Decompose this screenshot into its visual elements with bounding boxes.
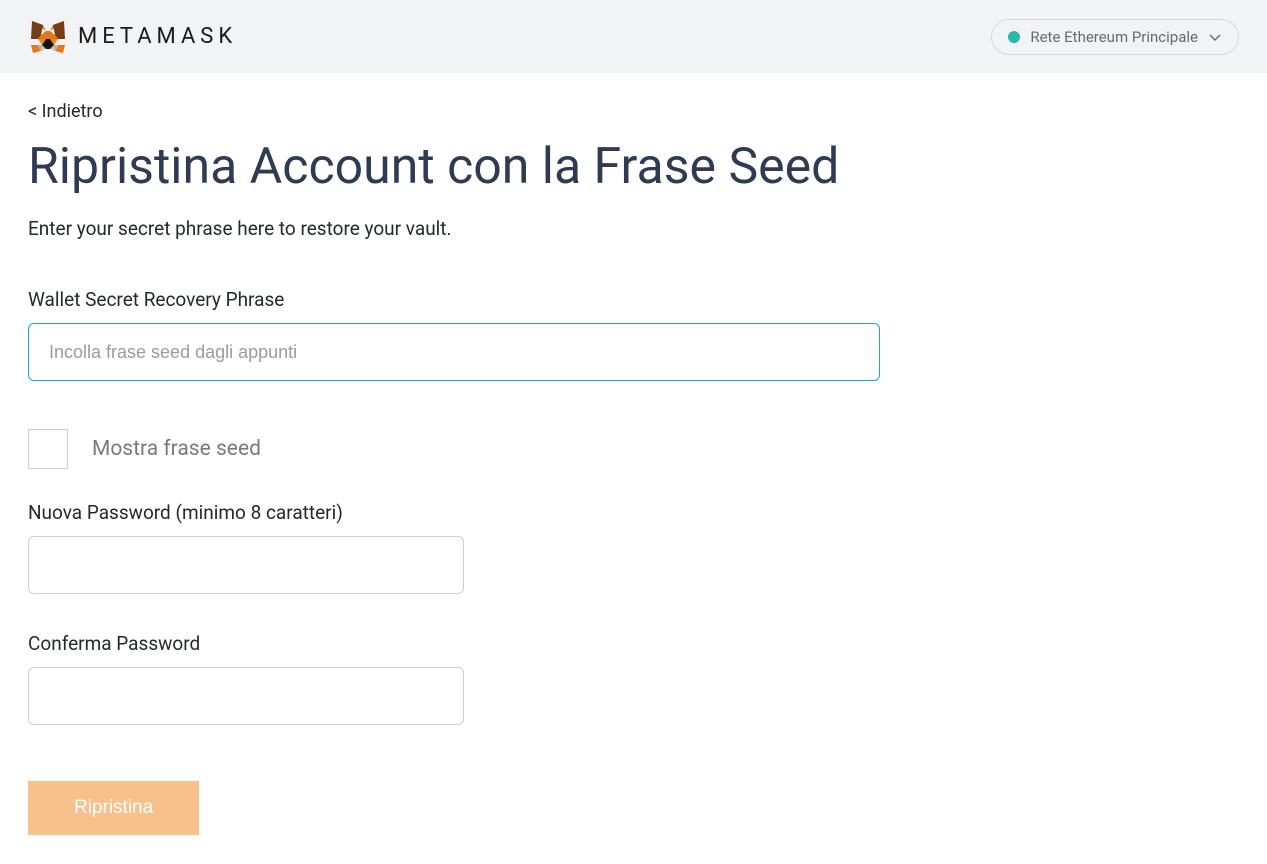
- chevron-down-icon: [1208, 30, 1222, 44]
- brand-name: METAMASK: [78, 24, 237, 49]
- show-seed-label: Mostra frase seed: [92, 437, 261, 461]
- page-subtitle: Enter your secret phrase here to restore…: [28, 217, 1172, 240]
- show-seed-checkbox[interactable]: [28, 429, 68, 469]
- metamask-fox-icon: [28, 17, 68, 57]
- network-name: Rete Ethereum Principale: [1030, 28, 1198, 46]
- restore-button[interactable]: Ripristina: [28, 781, 199, 835]
- confirm-password-label: Conferma Password: [28, 632, 1172, 655]
- logo: METAMASK: [28, 17, 237, 57]
- network-status-dot: [1008, 31, 1020, 43]
- network-selector[interactable]: Rete Ethereum Principale: [991, 19, 1239, 55]
- back-link[interactable]: < Indietro: [28, 101, 103, 122]
- seed-phrase-input[interactable]: [28, 323, 880, 381]
- app-header: METAMASK Rete Ethereum Principale: [0, 0, 1267, 73]
- page-title: Ripristina Account con la Frase Seed: [28, 140, 1172, 195]
- new-password-label: Nuova Password (minimo 8 caratteri): [28, 501, 1172, 524]
- seed-phrase-label: Wallet Secret Recovery Phrase: [28, 288, 1172, 311]
- confirm-password-input[interactable]: [28, 667, 464, 725]
- main-content: < Indietro Ripristina Account con la Fra…: [0, 73, 1200, 863]
- new-password-input[interactable]: [28, 536, 464, 594]
- show-seed-row: Mostra frase seed: [28, 429, 1172, 469]
